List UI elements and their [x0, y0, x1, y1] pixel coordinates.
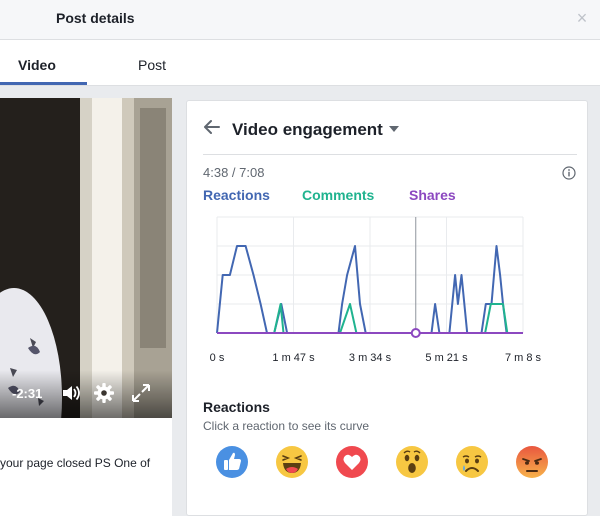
modal-title: Post details [56, 10, 135, 26]
wow-reaction-icon[interactable] [395, 445, 429, 479]
chevron-down-icon[interactable] [389, 126, 399, 132]
volume-icon[interactable] [60, 382, 82, 404]
video-time-remaining: -2:31 [12, 386, 43, 401]
angry-reaction-icon[interactable] [515, 445, 549, 479]
video-player[interactable]: -2:31 [0, 98, 172, 418]
video-panel: -2:31 your page closed PS One of [0, 98, 172, 516]
tab-post[interactable]: Post [138, 57, 166, 73]
post-caption: your page closed PS One of [0, 456, 151, 470]
tab-video[interactable]: Video [18, 57, 56, 73]
x-tick-label: 1 m 47 s [272, 352, 315, 364]
engagement-chart[interactable]: 0 s 1 m 47 s 3 m 34 s 5 m 21 s 7 m 8 s [203, 213, 563, 383]
love-reaction-icon[interactable] [335, 445, 369, 479]
close-icon[interactable]: × [574, 9, 590, 27]
sad-reaction-icon[interactable] [455, 445, 489, 479]
modal-header: Post details × [0, 0, 600, 40]
gear-icon[interactable] [93, 382, 115, 404]
x-tick-label: 3 m 34 s [349, 352, 392, 364]
legend-reactions[interactable]: Reactions [203, 187, 270, 203]
info-icon[interactable] [562, 166, 576, 180]
fullscreen-icon[interactable] [130, 382, 152, 404]
like-reaction-icon[interactable] [215, 445, 249, 479]
legend-comments[interactable]: Comments [302, 187, 374, 203]
x-tick-label: 5 m 21 s [425, 352, 468, 364]
engagement-title[interactable]: Video engagement [232, 120, 383, 140]
playback-time: 4:38 / 7:08 [203, 165, 265, 180]
legend-shares[interactable]: Shares [409, 187, 456, 203]
divider [203, 154, 577, 155]
reactions-subtitle: Click a reaction to see its curve [203, 419, 370, 433]
reactions-heading: Reactions [203, 399, 270, 415]
playhead-handle[interactable] [410, 328, 421, 338]
tab-bar: Video Post [0, 40, 600, 86]
x-tick-label: 0 s [210, 352, 225, 364]
haha-reaction-icon[interactable] [275, 445, 309, 479]
x-tick-label: 7 m 8 s [505, 352, 542, 364]
video-controls: -2:31 [0, 370, 172, 418]
video-engagement-card: Video engagement 4:38 / 7:08 Reactions C… [186, 100, 588, 516]
active-tab-indicator [0, 82, 87, 85]
back-arrow-icon[interactable] [203, 118, 221, 136]
